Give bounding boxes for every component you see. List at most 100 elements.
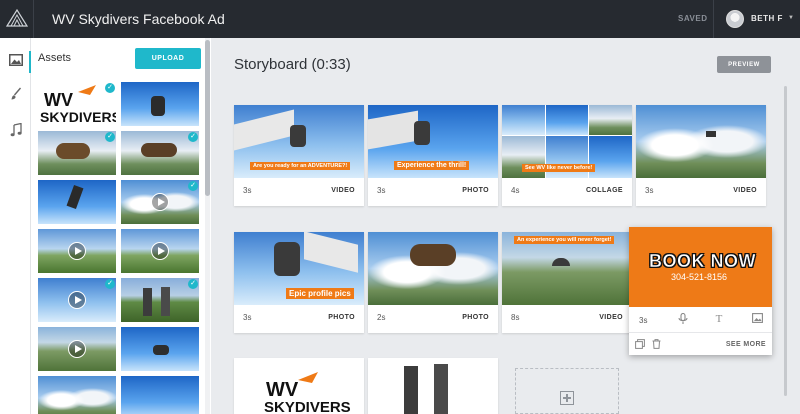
storyboard-card[interactable]: 3s VIDEO: [636, 105, 766, 206]
top-bar: WV Skydivers Facebook Ad SAVED BETH F ▼: [0, 0, 800, 38]
tool-rail: [0, 38, 31, 414]
book-now-title: BOOK NOW: [649, 251, 756, 272]
svg-text:SKYDIVERS: SKYDIVERS: [264, 399, 351, 414]
selected-check-icon: ✓: [105, 279, 115, 289]
storyboard-card[interactable]: [368, 358, 498, 414]
card-duration: 8s: [511, 313, 520, 322]
play-icon[interactable]: [68, 291, 86, 309]
asset-thumb-6[interactable]: [38, 229, 116, 273]
assets-title: Assets: [38, 52, 72, 64]
svg-text:WV: WV: [266, 379, 299, 401]
book-now-image: BOOK NOW 304-521-8156: [629, 227, 772, 307]
storyboard-title: Storyboard (0:33): [234, 56, 351, 73]
see-more-link[interactable]: SEE MORE: [726, 341, 766, 348]
card-image: Experience the thrill!: [368, 105, 498, 178]
trash-icon[interactable]: [649, 339, 663, 353]
card-duration[interactable]: 3s: [639, 316, 647, 325]
storyboard-card[interactable]: WV SKYDIVERS: [234, 358, 364, 414]
selected-check-icon: ✓: [188, 132, 198, 142]
asset-thumb-11[interactable]: [121, 327, 199, 371]
music-note-icon: [10, 123, 22, 137]
rail-style-button[interactable]: [6, 84, 26, 104]
card-caption: Epic profile pics: [286, 288, 354, 299]
text-icon[interactable]: T: [712, 313, 726, 327]
project-title[interactable]: WV Skydivers Facebook Ad: [52, 11, 225, 27]
card-caption: Are you ready for an ADVENTURE?!: [250, 162, 351, 170]
svg-text:SKYDIVERS: SKYDIVERS: [40, 109, 116, 125]
user-name: BETH F: [751, 14, 783, 23]
selected-check-icon: ✓: [105, 83, 115, 93]
card-type: VIDEO: [331, 187, 355, 194]
asset-thumb-1[interactable]: [121, 82, 199, 126]
duplicate-icon[interactable]: [633, 339, 647, 353]
selected-check-icon: ✓: [188, 279, 198, 289]
preview-button[interactable]: PREVIEW: [717, 56, 771, 73]
selected-check-icon: ✓: [105, 132, 115, 142]
card-image: An experience you will never forget!: [502, 232, 632, 305]
play-icon[interactable]: [151, 193, 169, 211]
asset-thumb-12[interactable]: [38, 376, 116, 414]
card-duration: 3s: [243, 186, 252, 195]
card-type: VIDEO: [733, 187, 757, 194]
storyboard-card[interactable]: Epic profile pics 3s PHOTO: [234, 232, 364, 333]
storyboard-card[interactable]: Are you ready for an ADVENTURE?! 3s VIDE…: [234, 105, 364, 206]
avatar: [726, 10, 744, 28]
card-image: [636, 105, 766, 178]
card-duration: 4s: [511, 186, 520, 195]
assets-panel: Assets UPLOAD WV SKYDIVERS ✓ ✓ ✓ ✓ ✓ ✓: [31, 38, 211, 414]
asset-thumb-10[interactable]: [38, 327, 116, 371]
card-type: COLLAGE: [585, 187, 623, 194]
asset-thumb-7[interactable]: [121, 229, 199, 273]
chevron-down-icon: ▼: [788, 15, 794, 21]
storyboard-card[interactable]: Experience the thrill! 3s PHOTO: [368, 105, 498, 206]
storyboard-card[interactable]: See WV like never before! 4s COLLAGE: [502, 105, 632, 206]
saved-status: SAVED: [678, 14, 708, 23]
user-menu[interactable]: BETH F ▼: [713, 0, 800, 38]
card-caption: Experience the thrill!: [394, 161, 470, 170]
rail-music-button[interactable]: [6, 120, 26, 140]
play-icon[interactable]: [68, 340, 86, 358]
card-caption: See WV like never before!: [522, 164, 596, 172]
book-now-phone: 304-521-8156: [671, 272, 728, 282]
card-caption: An experience you will never forget!: [514, 236, 615, 244]
card-duration: 3s: [377, 186, 386, 195]
play-icon[interactable]: [68, 242, 86, 260]
asset-thumb-3[interactable]: ✓: [121, 131, 199, 175]
prism-logo-icon: [6, 9, 28, 27]
play-icon[interactable]: [151, 242, 169, 260]
card-image: [368, 232, 498, 305]
card-image: See WV like never before!: [502, 105, 632, 178]
card-type: VIDEO: [599, 314, 623, 321]
card-image: Are you ready for an ADVENTURE?!: [234, 105, 364, 178]
asset-thumb-2[interactable]: ✓: [38, 131, 116, 175]
storyboard-card-selected[interactable]: BOOK NOW 304-521-8156 3s T SEE MORE: [629, 227, 772, 355]
image-icon: [9, 54, 23, 66]
add-plus-icon[interactable]: [560, 391, 574, 405]
card-image: Epic profile pics: [234, 232, 364, 305]
rail-assets-button[interactable]: [6, 50, 26, 70]
wv-skydivers-logo: WV SKYDIVERS: [264, 372, 351, 414]
image-icon[interactable]: [750, 313, 764, 327]
assets-scrollbar-thumb[interactable]: [205, 40, 210, 196]
brush-icon: [11, 87, 22, 100]
microphone-icon[interactable]: [676, 312, 690, 327]
app-logo[interactable]: [0, 0, 34, 38]
storyboard-card[interactable]: 2s PHOTO: [368, 232, 498, 333]
storyboard-scrollbar[interactable]: [784, 86, 787, 396]
card-type: PHOTO: [462, 314, 489, 321]
asset-thumb-5[interactable]: ✓: [121, 180, 199, 224]
card-duration: 3s: [243, 313, 252, 322]
storyboard-card[interactable]: An experience you will never forget! 8s …: [502, 232, 632, 333]
asset-thumb-4[interactable]: [38, 180, 116, 224]
asset-thumb-logo[interactable]: WV SKYDIVERS ✓: [38, 82, 116, 126]
asset-thumb-9[interactable]: ✓: [121, 278, 199, 322]
card-type: PHOTO: [462, 187, 489, 194]
card-type: PHOTO: [328, 314, 355, 321]
svg-text:WV: WV: [44, 90, 73, 110]
card-duration: 2s: [377, 313, 386, 322]
asset-thumb-13[interactable]: [121, 376, 199, 414]
card-duration: 3s: [645, 186, 654, 195]
upload-button[interactable]: UPLOAD: [135, 48, 201, 69]
selected-check-icon: ✓: [188, 181, 198, 191]
asset-thumb-8[interactable]: ✓: [38, 278, 116, 322]
